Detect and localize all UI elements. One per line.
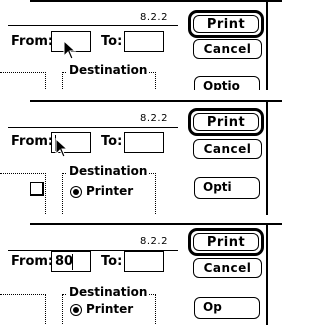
options-button[interactable]: Opti [194,177,260,199]
printer-label: Printer [86,184,134,198]
dialog-right-border [266,223,268,325]
dialog-top-border [30,0,282,2]
options-button[interactable]: Op [194,297,260,319]
version-label: 8.2.2 [140,12,168,23]
printer-radio[interactable] [70,186,82,198]
from-label: From: [11,34,54,49]
to-label: To: [101,34,123,49]
version-label: 8.2.2 [140,236,168,247]
destination-title: Destination [67,285,150,299]
dialog-right-border [266,0,268,90]
cancel-button[interactable]: Cancel [193,258,262,278]
to-field[interactable] [124,132,164,153]
arrow-cursor-icon [55,138,69,158]
print-button[interactable]: Print [188,108,264,136]
print-button[interactable]: Print [188,228,264,256]
dialog-top-border [30,223,282,225]
printer-label: Printer [86,302,134,316]
text-caret [72,254,73,270]
print-button[interactable]: Print [188,10,264,38]
to-label: To: [101,254,123,269]
to-label: To: [101,134,123,149]
print-button-label: Print [193,233,259,251]
from-label: From: [11,254,54,269]
print-dialog-frame-1: 8.2.2 Print Cancel Optio From: To: Desti… [0,0,282,90]
options-button[interactable]: Optio [194,76,260,90]
divider [8,127,178,128]
popup-arrow-button[interactable] [30,182,44,196]
dialog-top-border [30,100,282,102]
from-label: From: [11,134,54,149]
print-dialog-frame-2: 8.2.2 Print Cancel Opti From: To: Destin… [0,100,282,215]
left-group [0,294,46,325]
cancel-button[interactable]: Cancel [193,139,262,159]
to-field[interactable] [124,31,164,52]
arrow-cursor-icon [63,40,77,60]
to-field[interactable] [124,251,164,272]
print-button-label: Print [193,15,259,33]
destination-title: Destination [67,63,150,77]
divider [8,25,178,26]
version-label: 8.2.2 [140,113,168,124]
printer-radio[interactable] [70,304,82,316]
dialog-right-border [266,100,268,215]
print-button-label: Print [193,113,259,131]
from-field[interactable]: 80 [51,251,91,272]
print-dialog-frame-3: 8.2.2 Print Cancel Op From: 80 To: Desti… [0,223,282,325]
cancel-button[interactable]: Cancel [193,39,262,59]
destination-title: Destination [67,164,150,178]
left-group [0,72,46,90]
